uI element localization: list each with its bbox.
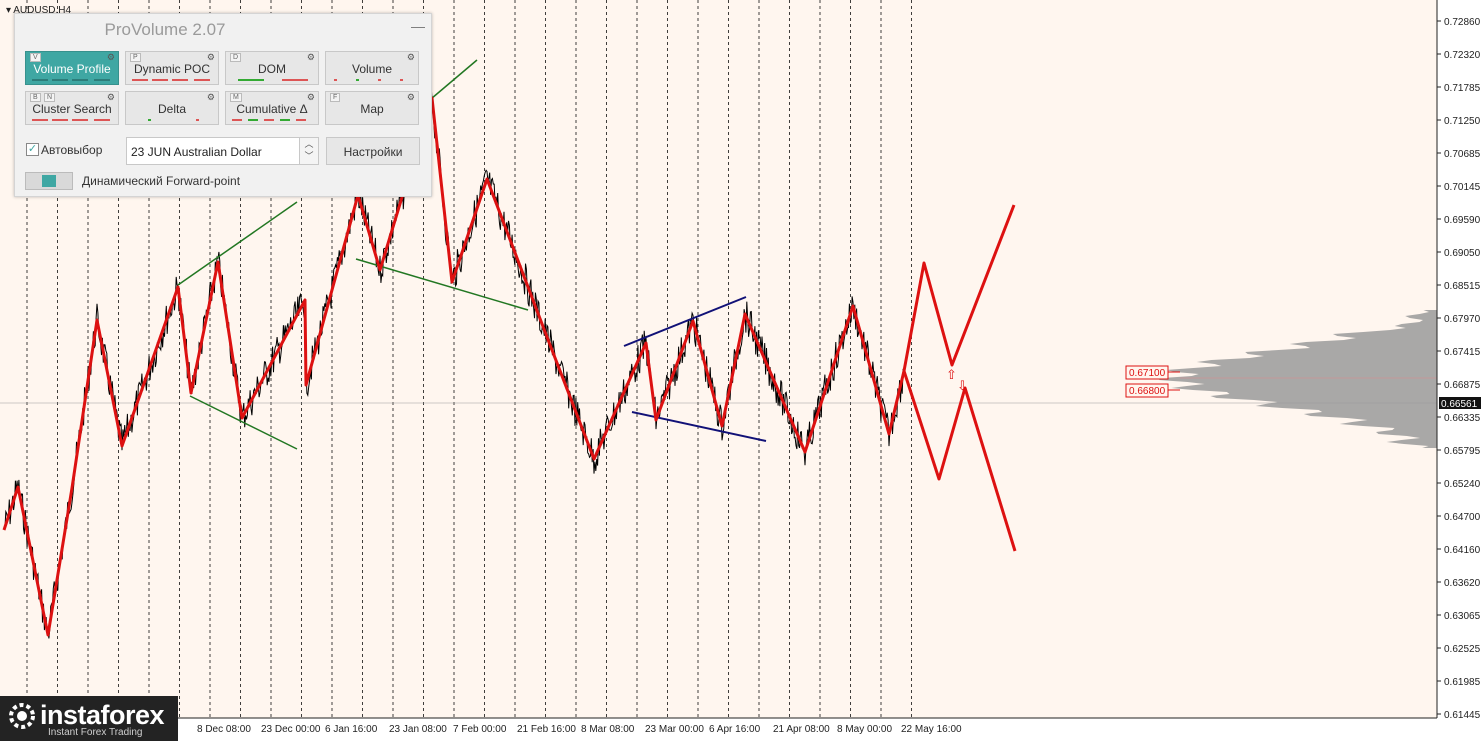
- button-label: Volume: [351, 62, 393, 76]
- price-tick-label: 0.71785: [1444, 83, 1481, 94]
- volume-button[interactable]: ⚙ Volume: [325, 51, 419, 85]
- time-tick-label: 8 Mar 08:00: [581, 724, 635, 735]
- forward-point-label: Динамический Forward-point: [82, 174, 241, 188]
- hotkey-badge: M: [230, 93, 242, 102]
- price-tick-label: 0.72320: [1444, 50, 1481, 61]
- hotkey-badge-2: N: [44, 93, 56, 102]
- logo-tagline: Instant Forex Trading: [48, 727, 143, 738]
- time-tick-label: 6 Jan 16:00: [325, 724, 378, 735]
- price-tick-label: 0.61985: [1444, 677, 1481, 688]
- time-tick-label: 8 May 00:00: [837, 724, 892, 735]
- volume-profile-button[interactable]: V ⚙ Volume Profile: [25, 51, 119, 85]
- auto-select-checkbox[interactable]: ✓: [26, 143, 39, 156]
- level-value-1: 0.67100: [1129, 368, 1166, 379]
- price-tick-label: 0.62525: [1444, 644, 1481, 655]
- button-label: Map: [360, 102, 384, 116]
- price-axis[interactable]: [1437, 0, 1484, 741]
- up-arrow-icon: ⇧: [946, 367, 957, 382]
- price-tick-label: 0.63620: [1444, 578, 1481, 589]
- hotkey-badge: F: [330, 93, 341, 102]
- time-tick-label: 21 Feb 16:00: [517, 724, 576, 735]
- instaforex-logo: instaforex Instant Forex Trading: [0, 696, 178, 741]
- price-tick-label: 0.67970: [1444, 314, 1481, 325]
- level-value-2: 0.66800: [1129, 386, 1166, 397]
- time-tick-label: 23 Dec 00:00: [261, 724, 321, 735]
- price-tick-label: 0.63065: [1444, 611, 1481, 622]
- time-tick-label: 21 Apr 08:00: [773, 724, 830, 735]
- time-tick-label: 22 May 16:00: [901, 724, 962, 735]
- instrument-value: 23 JUN Australian Dollar: [131, 145, 262, 159]
- hotkey-badge: P: [130, 53, 141, 62]
- price-tick-label: 0.65795: [1444, 446, 1481, 457]
- hotkey-badge: V: [30, 53, 41, 62]
- price-tick-label: 0.69590: [1444, 215, 1481, 226]
- dom-button[interactable]: D ⚙ DOM: [225, 51, 319, 85]
- provolume-panel[interactable]: ProVolume 2.07 — V ⚙ Volume Profile P ⚙ Dy…: [14, 13, 432, 197]
- button-label: DOM: [258, 62, 286, 76]
- time-tick-label: 6 Apr 16:00: [709, 724, 761, 735]
- time-tick-label: 23 Mar 00:00: [645, 724, 704, 735]
- price-tick-label: 0.71250: [1444, 116, 1481, 127]
- settings-label: Настройки: [343, 145, 403, 159]
- price-tick-label: 0.66335: [1444, 413, 1481, 424]
- instrument-select[interactable]: 23 JUN Australian Dollar ︿ ﹀: [126, 137, 319, 165]
- down-arrow-icon: ⇩: [957, 378, 968, 393]
- button-label: Dynamic POC: [133, 62, 210, 76]
- minimize-icon[interactable]: —: [411, 19, 425, 33]
- forward-point-toggle[interactable]: [25, 172, 73, 190]
- cluster-search-button[interactable]: B N ⚙ Cluster Search: [25, 91, 119, 125]
- auto-select-label: Автовыбор: [41, 143, 103, 157]
- time-tick-label: 23 Jan 08:00: [389, 724, 447, 735]
- price-tick-label: 0.65240: [1444, 479, 1481, 490]
- hotkey-badge: D: [230, 53, 242, 62]
- time-tick-label: 7 Feb 00:00: [453, 724, 507, 735]
- dynamic-poc-button[interactable]: P ⚙ Dynamic POC: [125, 51, 219, 85]
- button-label: Cluster Search: [32, 102, 112, 116]
- map-button[interactable]: F ⚙ Map: [325, 91, 419, 125]
- price-tick-label: 0.68515: [1444, 281, 1481, 292]
- hotkey-badge: B: [30, 93, 41, 102]
- price-tick-label: 0.69050: [1444, 248, 1481, 259]
- price-tick-label: 0.64700: [1444, 512, 1481, 523]
- price-tick-label: 0.61445: [1444, 710, 1481, 721]
- panel-title: ProVolume 2.07: [104, 20, 226, 39]
- price-tick-label: 0.72860: [1444, 17, 1481, 28]
- time-tick-label: 8 Dec 08:00: [197, 724, 251, 735]
- logo-gear-icon: [9, 703, 35, 729]
- cumulative-delta-button[interactable]: M ⚙ Cumulative Δ: [225, 91, 319, 125]
- button-label: Delta: [157, 102, 186, 116]
- price-tick-label: 0.66875: [1444, 380, 1481, 391]
- button-label: Volume Profile: [33, 62, 111, 76]
- current-price-value: 0.66561: [1441, 399, 1478, 410]
- settings-button[interactable]: Настройки: [326, 137, 420, 165]
- price-tick-label: 0.64160: [1444, 545, 1481, 556]
- price-tick-label: 0.70145: [1444, 182, 1481, 193]
- spinner-arrows-icon[interactable]: ︿ ﹀: [299, 138, 318, 164]
- button-label: Cumulative Δ: [236, 102, 308, 116]
- price-tick-label: 0.67415: [1444, 347, 1481, 358]
- price-tick-label: 0.70685: [1444, 149, 1481, 160]
- delta-button[interactable]: ⚙ Delta: [125, 91, 219, 125]
